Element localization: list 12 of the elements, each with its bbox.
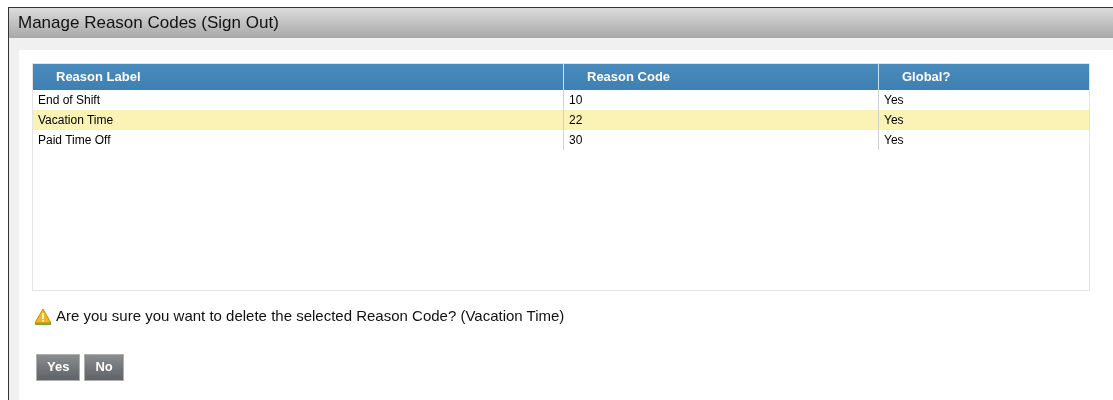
table-cell-text: Paid Time Off	[37, 132, 112, 149]
warning-icon	[34, 307, 52, 325]
window-title: Manage Reason Codes (Sign Out)	[18, 12, 279, 35]
confirmation-message: Are you sure you want to delete the selected Reason Code? (Vacation Time)	[56, 306, 565, 326]
table-row[interactable]: Vacation Time 22 Yes	[33, 110, 1089, 130]
table-cell: Yes	[878, 130, 1089, 150]
yes-button[interactable]: Yes	[36, 353, 81, 381]
no-button[interactable]: No	[84, 353, 124, 381]
table-cell-text: End of Shift	[37, 92, 102, 109]
column-header[interactable]: Reason Label	[33, 64, 563, 90]
table-cell-text: Vacation Time	[37, 112, 115, 129]
table-cell: 30	[563, 130, 878, 150]
